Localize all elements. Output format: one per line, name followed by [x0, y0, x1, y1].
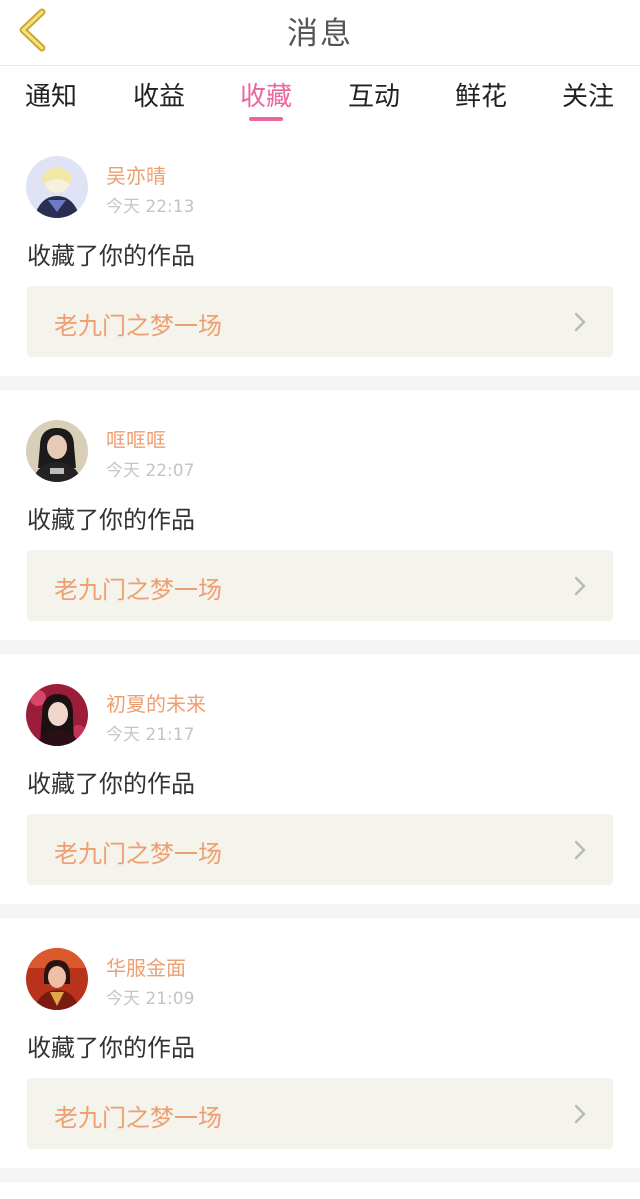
- timestamp: 今天 22:13: [106, 197, 195, 217]
- chevron-right-icon: [574, 1104, 586, 1124]
- work-title: 老九门之梦一场: [54, 1104, 222, 1132]
- timestamp: 今天 22:07: [106, 461, 195, 481]
- divider: [0, 640, 640, 654]
- tab-flowers[interactable]: 鲜花: [431, 76, 531, 113]
- list-item: 哐哐哐 今天 22:07 收藏了你的作品 老九门之梦一场: [0, 390, 640, 640]
- list-item: 华服金面 今天 21:09 收藏了你的作品 老九门之梦一场: [0, 918, 640, 1168]
- username[interactable]: 初夏的未来: [106, 688, 206, 717]
- work-title: 老九门之梦一场: [54, 312, 222, 340]
- avatar[interactable]: [26, 156, 88, 218]
- page-title: 消息: [287, 16, 353, 52]
- tab-notifications[interactable]: 通知: [1, 76, 101, 113]
- tab-follows[interactable]: 关注: [538, 76, 638, 113]
- avatar[interactable]: [26, 420, 88, 482]
- tab-earnings[interactable]: 收益: [109, 76, 209, 113]
- timestamp: 今天 21:09: [106, 989, 195, 1009]
- timestamp: 今天 21:17: [106, 725, 195, 745]
- action-text: 收藏了你的作品: [27, 770, 195, 798]
- chevron-right-icon: [574, 312, 586, 332]
- avatar[interactable]: [26, 684, 88, 746]
- work-title: 老九门之梦一场: [54, 840, 222, 868]
- list-item: 吴亦晴 今天 22:13 收藏了你的作品 老九门之梦一场: [0, 126, 640, 376]
- chevron-right-icon: [574, 840, 586, 860]
- action-text: 收藏了你的作品: [27, 506, 195, 534]
- list-item: 初夏的未来 今天 21:17 收藏了你的作品 老九门之梦一场: [0, 654, 640, 904]
- work-title: 老九门之梦一场: [54, 576, 222, 604]
- divider: [0, 1168, 640, 1182]
- work-link[interactable]: 老九门之梦一场: [27, 550, 613, 621]
- messages-page: 消息 通知 收益 收藏 互动 鲜花 关注 吴亦晴 今天 22:13 收藏了你的作…: [0, 0, 640, 1199]
- username[interactable]: 吴亦晴: [106, 160, 166, 189]
- avatar[interactable]: [26, 948, 88, 1010]
- message-list: 吴亦晴 今天 22:13 收藏了你的作品 老九门之梦一场 哐哐哐 今天 22:0…: [0, 126, 640, 1182]
- work-link[interactable]: 老九门之梦一场: [27, 1078, 613, 1149]
- username[interactable]: 华服金面: [106, 952, 186, 981]
- work-link[interactable]: 老九门之梦一场: [27, 814, 613, 885]
- chevron-right-icon: [574, 576, 586, 596]
- tab-interactions[interactable]: 互动: [324, 76, 424, 113]
- action-text: 收藏了你的作品: [27, 1034, 195, 1062]
- tab-bar: 通知 收益 收藏 互动 鲜花 关注: [0, 66, 640, 126]
- app-header: 消息: [0, 0, 640, 66]
- work-link[interactable]: 老九门之梦一场: [27, 286, 613, 357]
- divider: [0, 376, 640, 390]
- action-text: 收藏了你的作品: [27, 242, 195, 270]
- active-tab-indicator: [249, 117, 283, 121]
- tab-favorites[interactable]: 收藏: [216, 76, 316, 113]
- username[interactable]: 哐哐哐: [106, 424, 166, 453]
- divider: [0, 904, 640, 918]
